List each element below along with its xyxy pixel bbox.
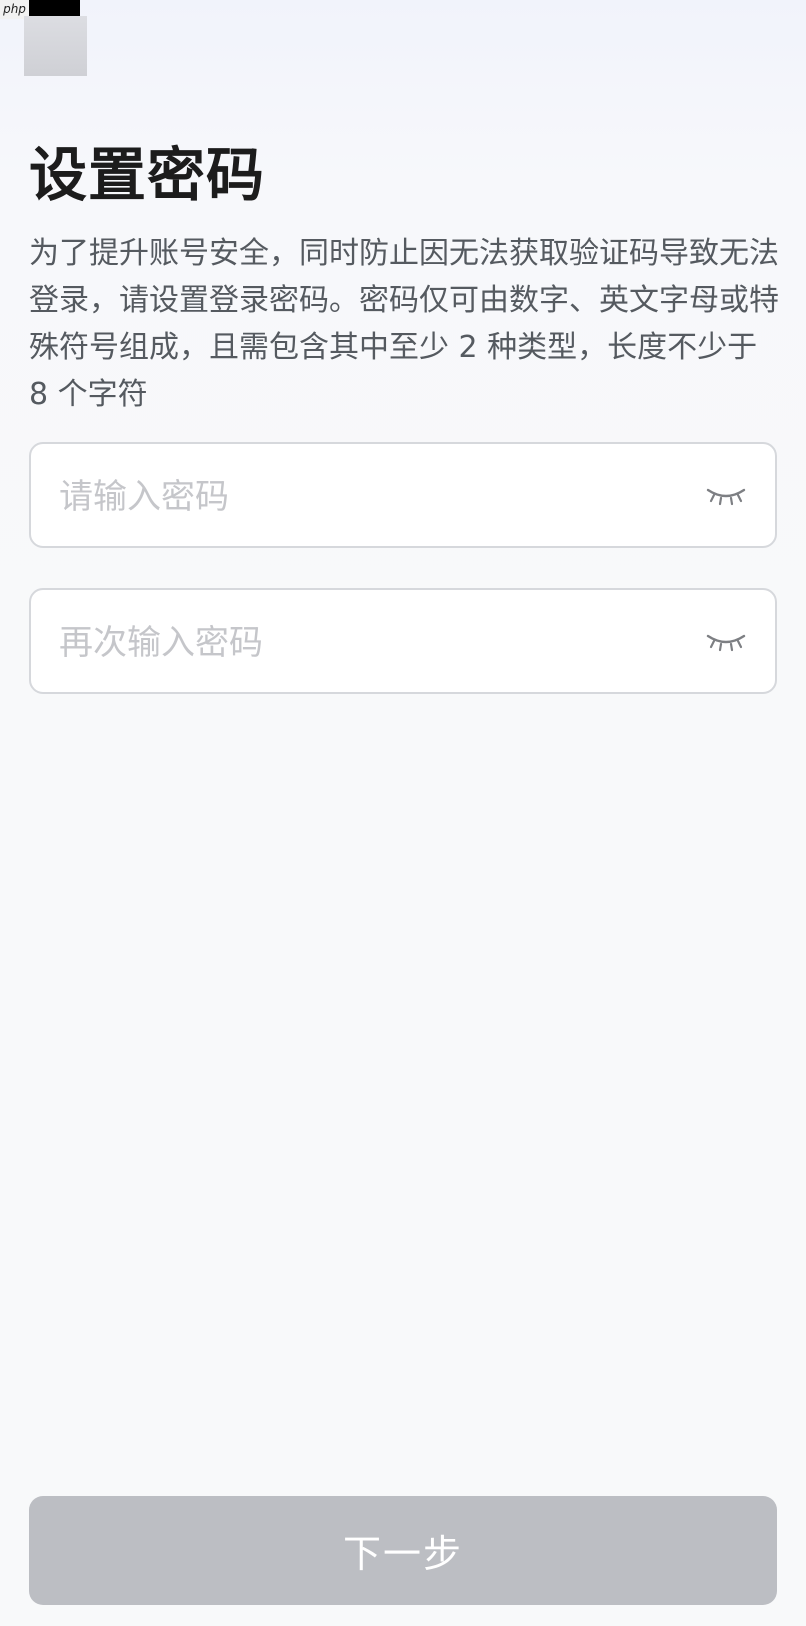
password-requirements-text: 为了提升账号安全，同时防止因无法获取验证码导致无法登录，请设置登录密码。密码仅可… — [29, 236, 779, 412]
password-input[interactable] — [57, 464, 681, 530]
password-field — [29, 442, 777, 548]
next-step-button[interactable]: 下一步 — [29, 1496, 777, 1605]
confirm-password-input[interactable] — [57, 610, 681, 676]
page-title: 设置密码 — [29, 141, 266, 209]
confirm-password-field — [29, 588, 777, 694]
eye-closed-icon[interactable] — [705, 624, 747, 660]
eye-closed-icon[interactable] — [705, 478, 747, 514]
back-button-placeholder[interactable] — [24, 16, 87, 76]
